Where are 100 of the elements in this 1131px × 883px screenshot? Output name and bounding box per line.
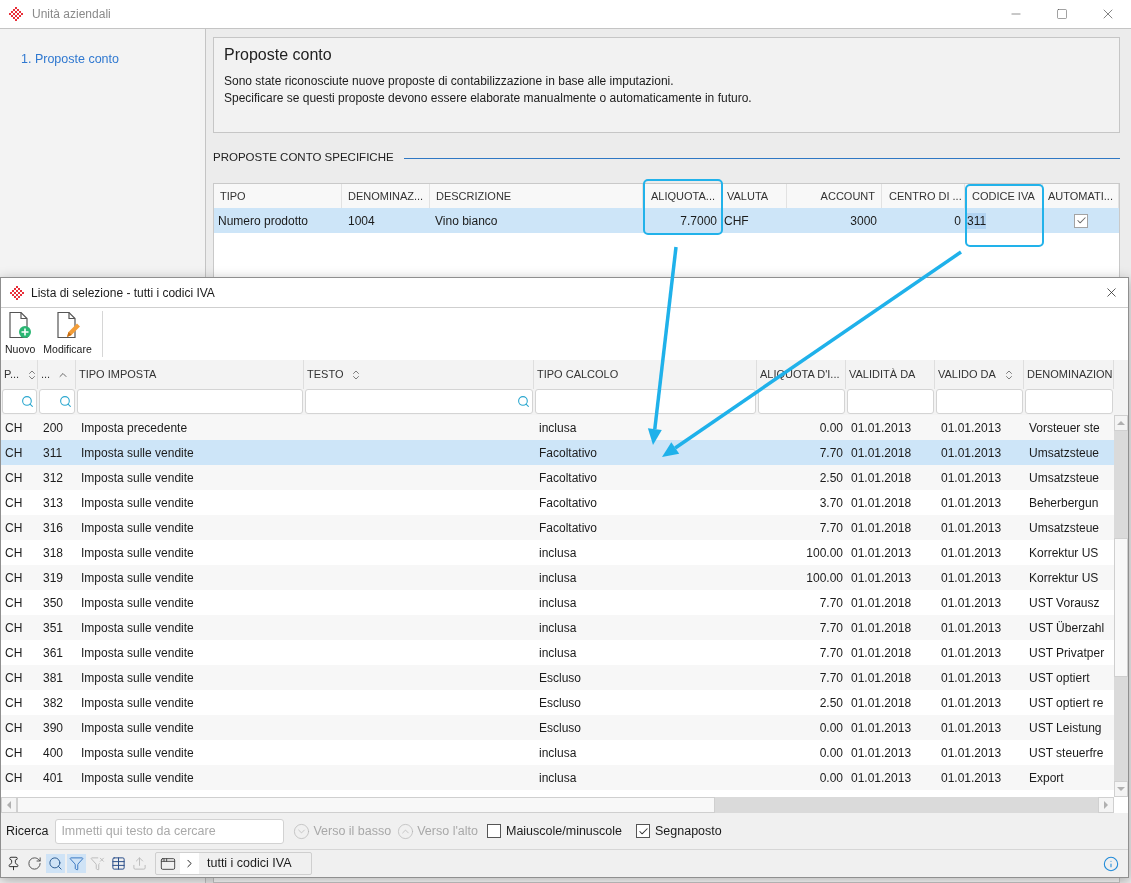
table-cell-text: Vino bianco — [434, 212, 499, 230]
table-cell-text: Imposta sulle vendite — [80, 544, 195, 562]
table-cell-text: inclusa — [538, 769, 578, 787]
table-cell-text: inclusa — [538, 644, 578, 662]
maximize-icon — [1056, 8, 1068, 20]
table-icon — [111, 856, 126, 871]
table-cell-text: 0.00 — [818, 419, 844, 437]
table-row[interactable]: CH 390 Imposta sulle vendite Escluso 0.00 01.01.2013 01.01.2013 UST Leistung — [1, 715, 1114, 740]
table-cell-text: 319 — [42, 569, 65, 587]
table-cell-text: 01.01.2013 — [850, 569, 913, 587]
filter-field[interactable] — [535, 389, 756, 414]
table-cell-text: CH — [4, 419, 24, 437]
table-cell-text: 3000 — [849, 212, 878, 230]
table-cell-text: CH — [4, 644, 24, 662]
table-cell-text: 0.00 — [818, 769, 844, 787]
search-icon — [48, 856, 63, 871]
table-cell-text: 200 — [42, 419, 65, 437]
filter-field[interactable] — [305, 389, 533, 414]
table-cell-text: CH — [4, 769, 24, 787]
table-cell-text: 01.01.2018 — [850, 519, 913, 537]
table-row[interactable]: CH 319 Imposta sulle vendite inclusa 100.00 01.01.2013 01.01.2013 Korrektur US — [1, 565, 1114, 590]
toolbar-button[interactable]: Nuovo — [3, 311, 38, 355]
description-text: Specificare se questi proposte devono essere elaborate manualmente o automaticamente in futuro. — [224, 90, 753, 107]
filter-field[interactable] — [1025, 389, 1113, 414]
checkbox[interactable] — [636, 824, 650, 838]
table-cell-text: 01.01.2018 — [850, 469, 913, 487]
check-icon — [637, 825, 649, 837]
table-cell-text: Facoltativo — [538, 469, 599, 487]
table-cell-text: 01.01.2013 — [850, 544, 913, 562]
table-cell-text: 316 — [42, 519, 65, 537]
table-cell-text: 01.01.2018 — [850, 644, 913, 662]
checkbox[interactable] — [486, 824, 501, 838]
table-cell-text: 351 — [42, 619, 65, 637]
table-cell-text: 01.01.2013 — [940, 619, 1003, 637]
scrollbar-thumb[interactable] — [17, 797, 715, 813]
filter-field[interactable] — [77, 389, 303, 414]
scrollbar-thumb[interactable] — [1114, 538, 1128, 677]
table-cell-text: CH — [4, 669, 24, 687]
table-row[interactable]: CH 381 Imposta sulle vendite Escluso 7.70 01.01.2018 01.01.2013 UST optiert — [1, 665, 1114, 690]
info-icon[interactable] — [1103, 855, 1119, 872]
filter-field[interactable] — [39, 389, 75, 414]
sidebar-item[interactable]: 1. Proposte conto — [21, 52, 119, 67]
table-cell-text: Imposta sulle vendite — [80, 694, 195, 712]
table-cell-text: Imposta sulle vendite — [80, 494, 195, 512]
table-cell-text: 01.01.2018 — [850, 444, 913, 462]
chevron-right-icon[interactable] — [180, 853, 199, 874]
table-cell-text: 01.01.2013 — [940, 769, 1003, 787]
toolbar-button[interactable] — [109, 854, 128, 873]
table-cell-text: UST Privatper — [1028, 644, 1106, 662]
table-cell-text: CH — [4, 544, 24, 562]
table-row[interactable]: CH 401 Imposta sulle vendite inclusa 0.00 01.01.2013 01.01.2013 Export — [1, 765, 1114, 790]
table-cell-text: UST steuerfre — [1028, 744, 1105, 762]
pin-icon — [6, 856, 21, 871]
table-row[interactable]: CH 200 Imposta precedente inclusa 0.00 01.01.2013 01.01.2013 Vorsteuer ste — [1, 415, 1114, 440]
table-cell-text: Escluso — [538, 694, 583, 712]
table-cell-text: Imposta sulle vendite — [80, 569, 195, 587]
table-cell-text: 7.70 — [818, 519, 844, 537]
table-cell-text: 01.01.2013 — [850, 419, 913, 437]
table-row[interactable]: CH 351 Imposta sulle vendite inclusa 7.70 01.01.2018 01.01.2013 UST Überzahl — [1, 615, 1114, 640]
app-logo-icon — [9, 7, 23, 21]
table-cell-text: Imposta sulle vendite — [80, 519, 195, 537]
checkbox[interactable] — [1074, 213, 1088, 228]
table-cell-text: 01.01.2018 — [850, 594, 913, 612]
table-row[interactable]: CH 312 Imposta sulle vendite Facoltativo 2.50 01.01.2018 01.01.2013 Umsatzsteue — [1, 465, 1114, 490]
horizontal-scrollbar[interactable] — [1, 797, 1114, 813]
filter-field[interactable] — [936, 389, 1023, 414]
breadcrumb-item[interactable]: tutti i codici IVA — [207, 854, 292, 873]
table-cell-text: Export — [1028, 769, 1065, 787]
filter-field[interactable] — [847, 389, 934, 414]
table-row[interactable]: Numero prodotto 1004 Vino bianco 7.7000 CHF 3000 0 311 — [214, 208, 1119, 233]
table-cell-text: 7.70 — [818, 619, 844, 637]
window-icon — [160, 855, 176, 872]
table-cell-text: 7.70 — [818, 644, 844, 662]
checkbox-label: Maiuscole/minuscole — [505, 822, 622, 840]
table-cell-text: Imposta sulle vendite — [80, 744, 195, 762]
table-cell-text: 7.70 — [818, 594, 844, 612]
toolbar-button[interactable] — [46, 854, 65, 873]
table-cell-text: Facoltativo — [538, 444, 599, 462]
table-cell-text: inclusa — [538, 419, 578, 437]
table-cell-text: CH — [4, 494, 24, 512]
table-cell-text: 01.01.2013 — [940, 494, 1003, 512]
table-row[interactable]: CH 316 Imposta sulle vendite Facoltativo 7.70 01.01.2018 01.01.2013 Umsatzsteue — [1, 515, 1114, 540]
table-cell-text: CH — [4, 519, 24, 537]
cell-editor[interactable]: 311 — [967, 212, 987, 229]
table-cell-text: 01.01.2018 — [850, 494, 913, 512]
table-row[interactable]: CH 311 Imposta sulle vendite Facoltativo 7.70 01.01.2018 01.01.2013 Umsatzsteue — [1, 440, 1114, 465]
table-cell-text: inclusa — [538, 619, 578, 637]
filter-field[interactable] — [758, 389, 845, 414]
table-cell-text: Imposta precedente — [80, 419, 189, 437]
table-cell-text: inclusa — [538, 569, 578, 587]
filter-field[interactable] — [2, 389, 37, 414]
table-cell-text: 7.7000 — [679, 212, 718, 230]
table-cell-text: CH — [4, 469, 24, 487]
search-icon — [59, 395, 72, 408]
toolbar-button[interactable]: Modificare — [41, 311, 94, 355]
table-cell-text: CH — [4, 444, 24, 462]
vertical-scrollbar[interactable] — [1114, 415, 1128, 797]
table-cell-text: 01.01.2013 — [940, 744, 1003, 762]
table-cell-text: 350 — [42, 594, 65, 612]
page-title: Proposte conto — [224, 45, 333, 65]
